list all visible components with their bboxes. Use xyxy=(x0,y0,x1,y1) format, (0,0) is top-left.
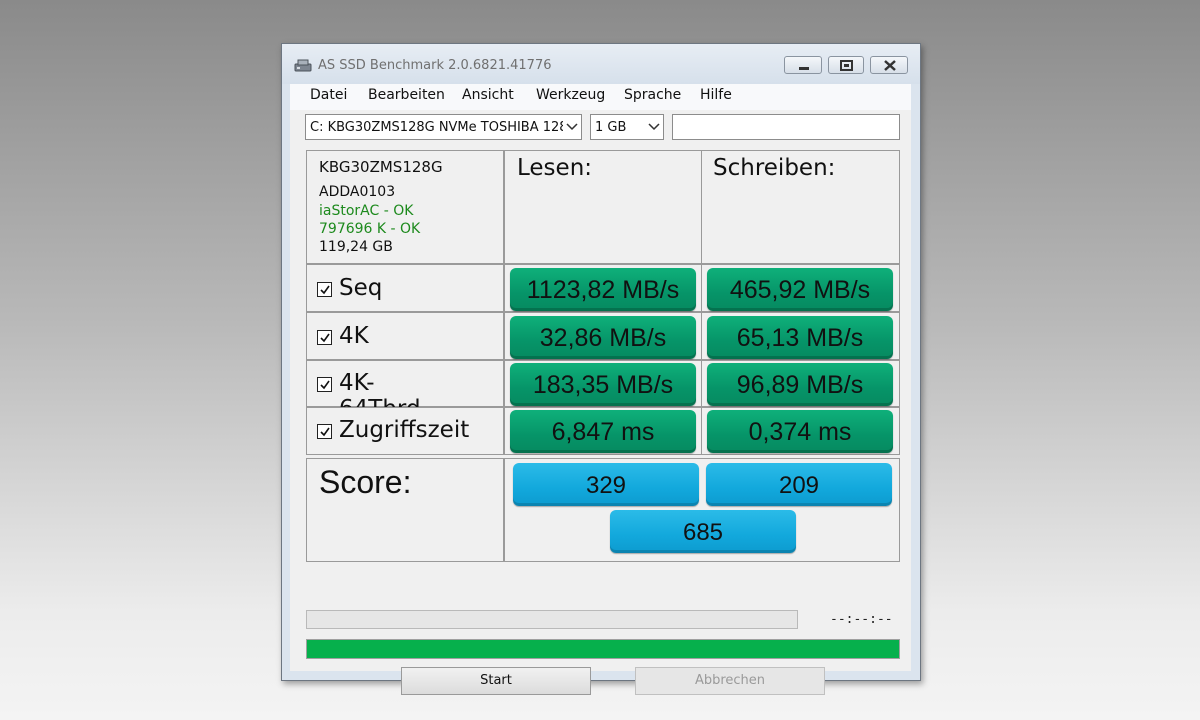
menu-werkzeug[interactable]: Werkzeug xyxy=(534,87,607,103)
access-time-write-result: 0,374 ms xyxy=(707,410,893,453)
test-progress-bar xyxy=(306,610,798,629)
access-time-label-text: Zugriffszeit xyxy=(339,417,470,443)
seq-read-result: 1123,82 MB/s xyxy=(510,268,696,311)
text-field[interactable] xyxy=(672,114,900,140)
app-window: AS SSD Benchmark 2.0.6821.41776 Datei Be… xyxy=(281,43,921,695)
read-heading: Lesen: xyxy=(517,155,593,181)
seq-write-result: 465,92 MB/s xyxy=(707,268,893,311)
menu-bar: Datei Bearbeiten Ansicht Werkzeug Sprach… xyxy=(290,84,911,110)
test-row-access-time: Zugriffszeit xyxy=(306,407,504,455)
close-button[interactable] xyxy=(870,56,908,74)
4k-read-cell: 32,86 MB/s xyxy=(504,312,702,360)
check-icon xyxy=(320,427,330,437)
seq-checkbox[interactable] xyxy=(317,282,332,297)
drive-model: KBG30ZMS128G xyxy=(319,158,443,176)
access-time-checkbox[interactable] xyxy=(317,424,332,439)
score-panel: 329 209 685 xyxy=(504,458,900,562)
test-row-seq: Seq xyxy=(306,264,504,312)
access-time-read-result: 6,847 ms xyxy=(510,410,696,453)
drive-icon xyxy=(294,59,312,72)
drive-select[interactable]: C: KBG30ZMS128G NVMe TOSHIBA 128 xyxy=(305,114,582,140)
drive-capacity: 119,24 GB xyxy=(319,239,393,255)
test-row-4k-64thrd: 4K-64Thrd xyxy=(306,360,504,422)
4k-label-text: 4K xyxy=(339,323,369,349)
4k-64thrd-read-cell: 183,35 MB/s xyxy=(504,360,702,407)
check-icon xyxy=(320,333,330,343)
cancel-button[interactable]: Abbrechen xyxy=(635,667,825,695)
4k-64thrd-write-result: 96,89 MB/s xyxy=(707,363,893,406)
seq-write-cell: 465,92 MB/s xyxy=(701,264,900,312)
drive-info-panel: KBG30ZMS128G ADDA0103 iaStorAC - OK 7976… xyxy=(306,150,504,264)
seq-read-cell: 1123,82 MB/s xyxy=(504,264,702,312)
alignment-status: 797696 K - OK xyxy=(319,221,421,237)
4k-64thrd-read-result: 183,35 MB/s xyxy=(510,363,696,406)
score-read: 329 xyxy=(513,463,699,506)
access-time-write-cell: 0,374 ms xyxy=(701,407,900,455)
menu-bearbeiten[interactable]: Bearbeiten xyxy=(366,87,447,103)
menu-hilfe[interactable]: Hilfe xyxy=(698,87,734,103)
total-progress-bar xyxy=(306,639,900,659)
write-column-header: Schreiben: xyxy=(701,150,900,264)
4k-64thrd-checkbox[interactable] xyxy=(317,377,332,392)
score-write: 209 xyxy=(706,463,892,506)
4k-write-result: 65,13 MB/s xyxy=(707,316,893,359)
check-icon xyxy=(320,285,330,295)
seq-label-text: Seq xyxy=(339,275,383,301)
client-area: Datei Bearbeiten Ansicht Werkzeug Sprach… xyxy=(290,84,911,695)
minimize-icon xyxy=(799,67,809,70)
4k-write-cell: 65,13 MB/s xyxy=(701,312,900,360)
restore-icon xyxy=(840,60,853,71)
check-icon xyxy=(320,380,330,390)
drive-select-value: C: KBG30ZMS128G NVMe TOSHIBA 128 xyxy=(310,120,568,135)
score-label-cell: Score: xyxy=(306,458,504,562)
close-icon xyxy=(884,60,896,71)
access-time-read-cell: 6,847 ms xyxy=(504,407,702,455)
4k-read-result: 32,86 MB/s xyxy=(510,316,696,359)
menu-datei[interactable]: Datei xyxy=(308,87,349,103)
chevron-down-icon[interactable] xyxy=(645,115,663,139)
drive-firmware: ADDA0103 xyxy=(319,184,396,200)
score-label: Score: xyxy=(319,464,412,500)
title-bar[interactable]: AS SSD Benchmark 2.0.6821.41776 xyxy=(282,44,920,84)
driver-status: iaStorAC - OK xyxy=(319,203,414,219)
elapsed-time: --:--:-- xyxy=(830,612,893,627)
total-progress-fill xyxy=(307,640,899,658)
read-column-header: Lesen: xyxy=(504,150,702,264)
4k-checkbox[interactable] xyxy=(317,330,332,345)
minimize-button[interactable] xyxy=(784,56,822,74)
4k-64thrd-write-cell: 96,89 MB/s xyxy=(701,360,900,407)
chevron-down-icon[interactable] xyxy=(563,115,581,139)
test-row-4k: 4K xyxy=(306,312,504,360)
menu-sprache[interactable]: Sprache xyxy=(622,87,683,103)
maximize-button[interactable] xyxy=(828,56,864,74)
size-select-value: 1 GB xyxy=(595,120,627,135)
write-heading: Schreiben: xyxy=(713,155,836,181)
menu-ansicht[interactable]: Ansicht xyxy=(460,87,516,103)
size-select[interactable]: 1 GB xyxy=(590,114,664,140)
start-button[interactable]: Start xyxy=(401,667,591,695)
score-total: 685 xyxy=(610,510,796,553)
window-title: AS SSD Benchmark 2.0.6821.41776 xyxy=(318,58,552,73)
